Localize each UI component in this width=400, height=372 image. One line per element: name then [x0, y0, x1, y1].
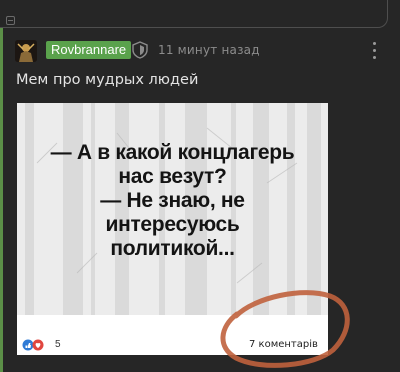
meme-image[interactable]: — А в какой концлагерь нас везут? — Не з… — [17, 103, 328, 355]
meme-line: — Не знаю, не — [100, 189, 245, 212]
timestamp: 11 минут назад — [158, 43, 260, 57]
reaction-count: 5 — [55, 339, 61, 350]
meme-footer: 5 7 коментарів — [17, 315, 328, 355]
comment-text: Мем про мудрых людей — [16, 72, 199, 88]
username-badge[interactable]: Rovbrannare — [46, 41, 132, 59]
meme-caption: — А в какой концлагерь нас везут? — Не з… — [17, 141, 328, 261]
comments-link[interactable]: 7 коментарів — [249, 339, 318, 351]
more-vertical-icon[interactable] — [368, 40, 380, 62]
meme-line: нас везут? — [118, 165, 227, 188]
meme-line: интересуюсь — [105, 213, 240, 236]
thread-line[interactable] — [0, 28, 3, 372]
shield-icon[interactable] — [132, 41, 148, 59]
previous-comment-frame — [0, 0, 388, 28]
collapse-icon[interactable] — [6, 16, 15, 25]
reaction-icons[interactable] — [22, 339, 48, 351]
avatar[interactable] — [15, 40, 37, 62]
meme-line: политикой... — [110, 237, 235, 260]
meme-line: — А в какой концлагерь — [50, 141, 295, 164]
